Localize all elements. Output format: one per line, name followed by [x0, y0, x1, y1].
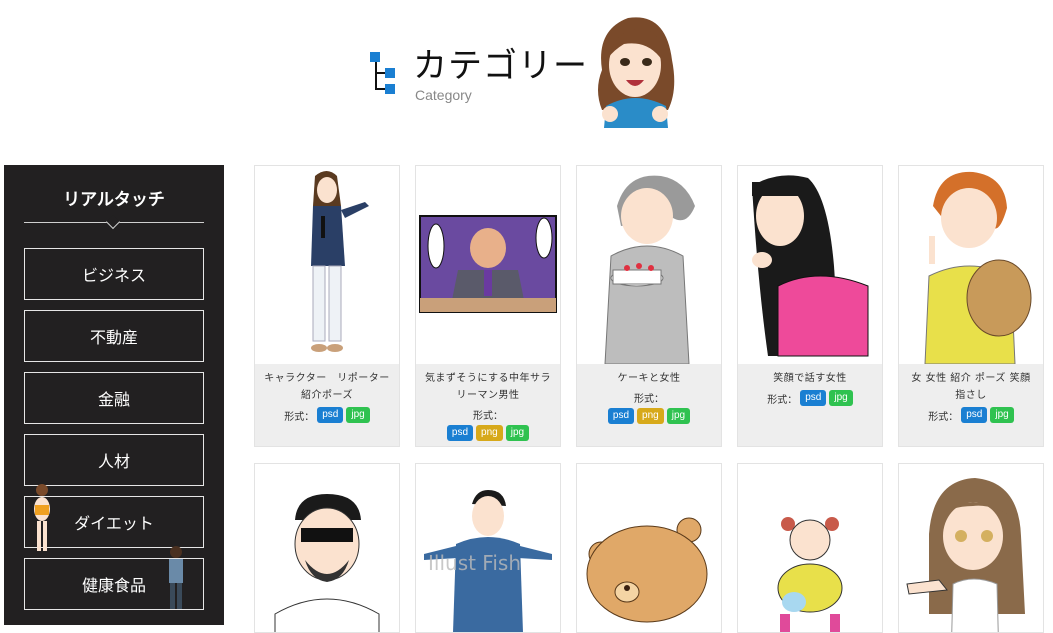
businessman-figure-icon [169, 546, 183, 609]
illustration-card[interactable] [898, 463, 1044, 633]
reporter-woman-thumbnail [311, 171, 369, 352]
svg-text:Illust Fish: Illust Fish [428, 551, 521, 575]
page-subtitle: Category [415, 87, 472, 103]
format-tag-psd[interactable]: psd [800, 390, 827, 406]
format-row: 形式： psd jpg [746, 390, 874, 406]
smiling-woman-talking-thumbnail [752, 175, 869, 357]
format-tag-psd[interactable]: psd [961, 407, 988, 423]
sidebar-item-label: ビジネス [81, 266, 146, 285]
sidebar-item-hr[interactable]: 人材 [24, 434, 204, 486]
card-title: 気まずそうにする中年サラリーマン男性 [424, 373, 552, 401]
format-tag-jpg[interactable]: jpg [829, 390, 853, 406]
page-title: カテゴリー [413, 46, 588, 86]
bear-thumbnail [586, 517, 708, 623]
sidebar-item-diet[interactable]: ダイエット [24, 484, 204, 551]
format-tag-psd[interactable]: psd [446, 425, 474, 441]
category-tree-icon [370, 52, 395, 94]
format-row: 形式： psd jpg [263, 407, 391, 423]
illustration-card[interactable]: 笑顔で話す女性 形式： psd jpg [737, 165, 883, 447]
card-info: 女 女性 紹介 ポーズ 笑顔 指さし 形式： psd jpg [899, 364, 1043, 446]
sidebar-heading: リアルタッチ [63, 190, 165, 210]
card-title: キャラクター リポーター 紹介ポーズ [264, 373, 400, 401]
shrugging-man-thumbnail: Illust Fish [424, 490, 552, 632]
card-info: ケーキと女性 形式： psd png jpg [577, 364, 721, 446]
illustration-card[interactable]: 女 女性 紹介 ポーズ 笑顔 指さし 形式： psd jpg [898, 165, 1044, 447]
sidebar-item-real-estate[interactable]: 不動産 [24, 310, 204, 362]
illustration-card[interactable] [737, 463, 883, 633]
sidebar-item-label: 健康食品 [81, 576, 146, 595]
format-label: 形式： [634, 394, 664, 405]
format-label: 形式： [473, 411, 503, 422]
format-tag-jpg[interactable]: jpg [666, 408, 691, 424]
format-tag-jpg[interactable]: jpg [990, 407, 1014, 423]
pointing-woman-thumbnail [924, 171, 1032, 364]
format-tag-jpg[interactable]: jpg [346, 407, 370, 423]
format-tag-png[interactable]: png [637, 408, 664, 424]
format-tag-jpg[interactable]: jpg [505, 425, 530, 441]
format-label: 形式： [767, 394, 798, 406]
card-title: 笑顔で話す女性 [773, 373, 847, 384]
sidebar-item-label: 不動産 [89, 328, 138, 347]
sidebar-item-finance[interactable]: 金融 [24, 372, 204, 424]
diet-figure-icon [34, 484, 50, 551]
card-title: ケーキと女性 [617, 373, 681, 384]
chubby-girl-thumbnail [777, 517, 843, 632]
format-tag-psd[interactable]: psd [317, 407, 344, 423]
sidebar-item-health-food[interactable]: 健康食品 [24, 546, 204, 610]
sidebar-item-business[interactable]: ビジネス [24, 248, 204, 300]
masked-man-thumbnail [274, 494, 380, 632]
format-label: 形式： [284, 411, 315, 423]
illustration-card[interactable]: 気まずそうにする中年サラリーマン男性 形式： psd png jpg [415, 165, 561, 447]
illustration-card[interactable] [576, 463, 722, 633]
mascot-girl-illustration [598, 17, 675, 128]
format-row: 形式： psd png jpg [585, 390, 713, 424]
awkward-salaryman-thumbnail [419, 215, 557, 313]
illustration-card[interactable]: Illust Fish [415, 463, 561, 633]
category-sidebar: リアルタッチ ビジネス 不動産 金融 人材 ダイエット 健康食品 [4, 165, 224, 625]
sidebar-item-label: 金融 [97, 390, 130, 409]
illustration-card[interactable]: ケーキと女性 形式： psd png jpg [576, 165, 722, 447]
illustration-card[interactable] [254, 463, 400, 633]
format-row: 形式： psd jpg [907, 407, 1035, 423]
format-tag-psd[interactable]: psd [607, 408, 635, 424]
format-tag-png[interactable]: png [476, 425, 503, 441]
illustration-card[interactable]: キャラクター リポーター 紹介ポーズ 形式： psd jpg [254, 165, 400, 447]
sidebar-item-label: 人材 [97, 452, 130, 471]
card-info: 笑顔で話す女性 形式： psd jpg [738, 364, 882, 446]
format-row: 形式： psd png jpg [424, 407, 552, 441]
sidebar-item-label: ダイエット [74, 514, 154, 533]
cake-woman-thumbnail [604, 175, 695, 364]
sidebar-divider-notch [105, 214, 121, 230]
card-info: 気まずそうにする中年サラリーマン男性 形式： psd png jpg [416, 364, 560, 446]
page-header: カテゴリー Category [0, 0, 1053, 160]
sparkle-eyed-girl-thumbnail [906, 478, 1025, 632]
card-info: キャラクター リポーター 紹介ポーズ 形式： psd jpg [255, 364, 400, 446]
card-title: 女 女性 紹介 ポーズ 笑顔 指さし [911, 373, 1031, 401]
format-label: 形式： [928, 411, 959, 423]
